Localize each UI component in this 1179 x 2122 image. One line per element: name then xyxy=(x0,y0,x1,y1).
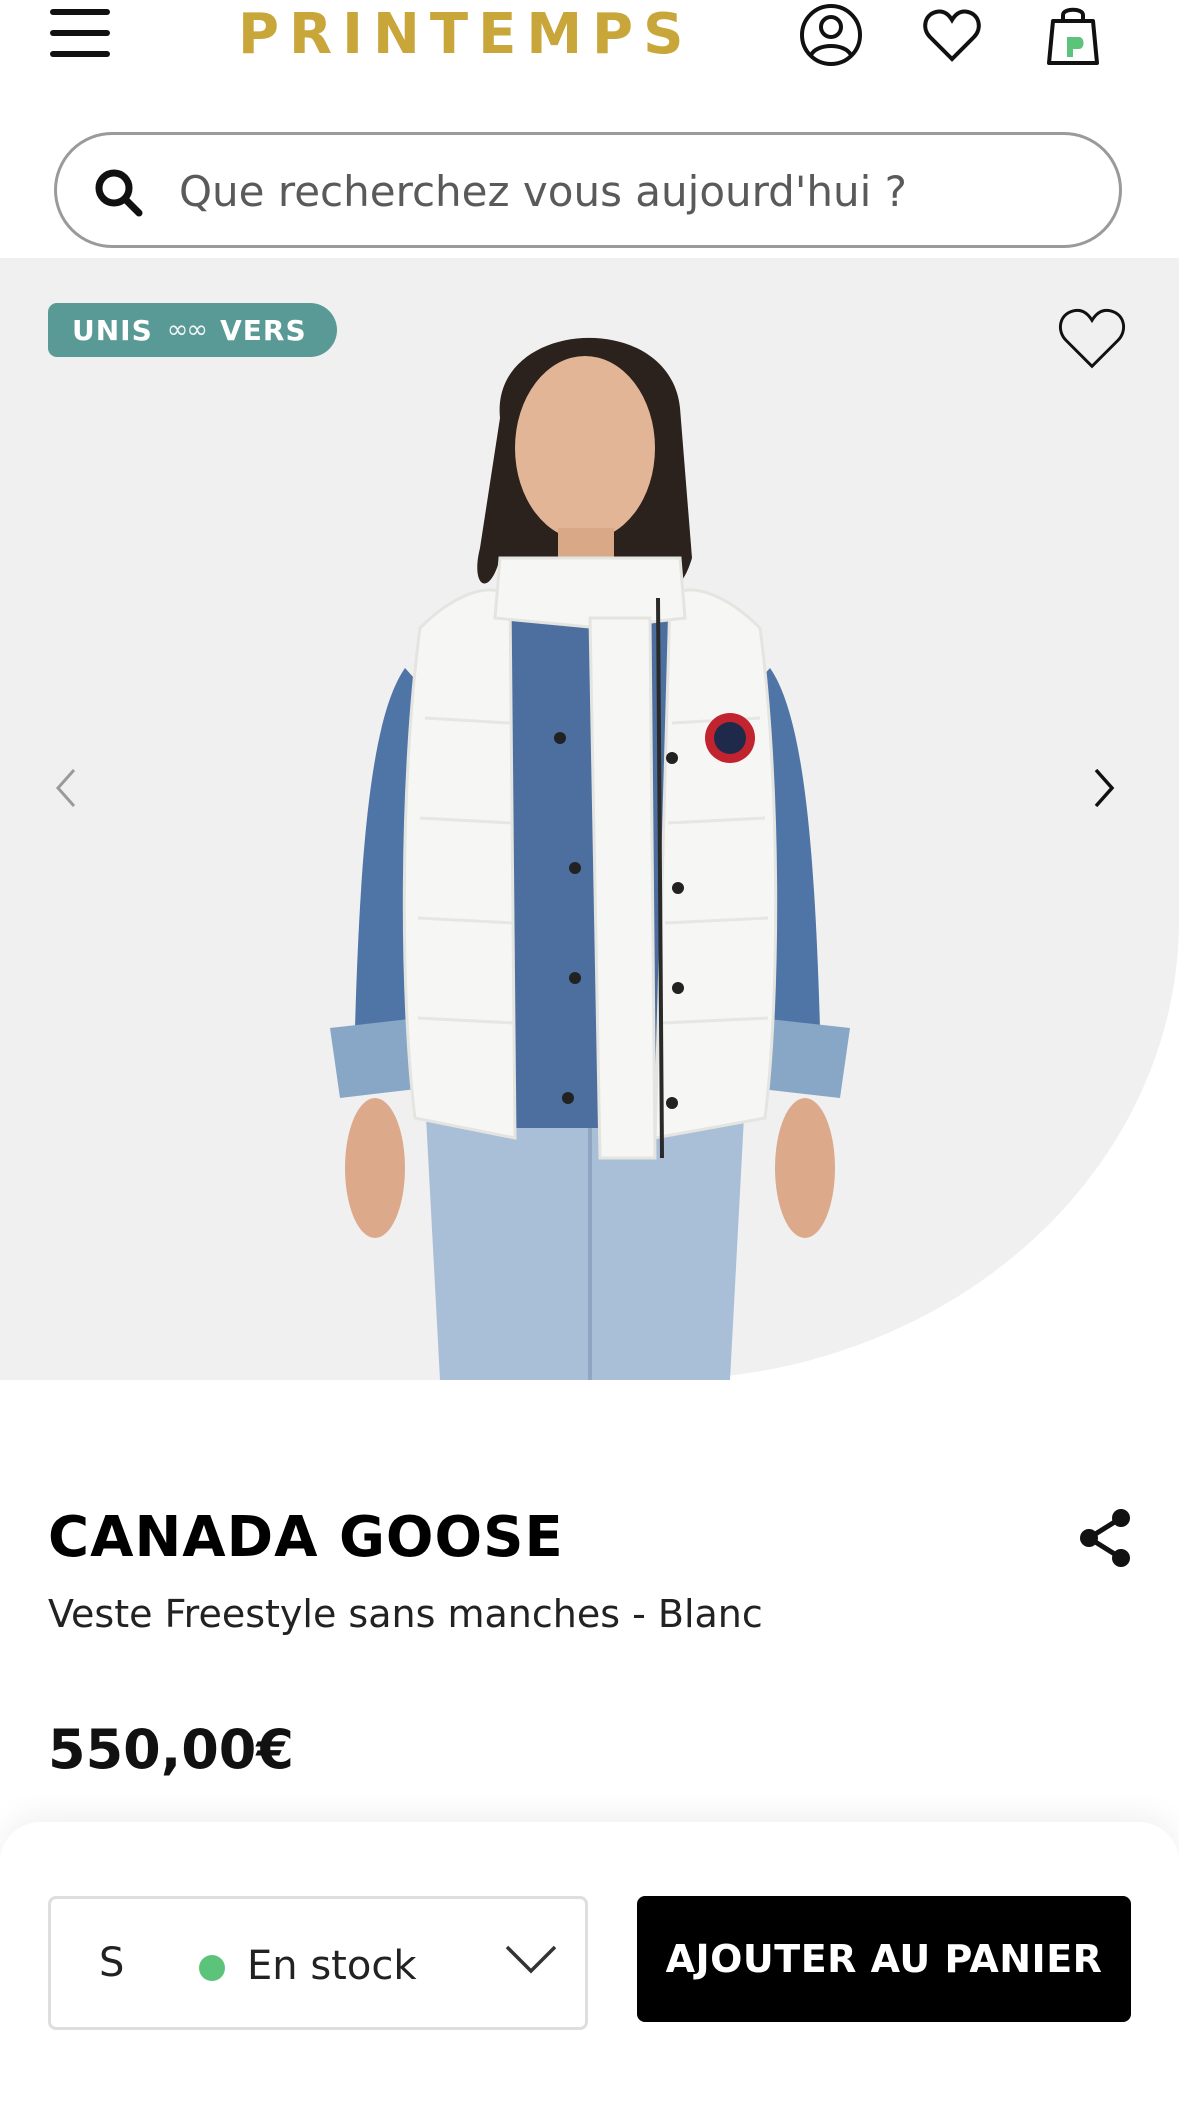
wishlist-icon[interactable] xyxy=(917,0,987,70)
badge-left-text: UNIS xyxy=(72,313,153,347)
badge-right-text: VERS xyxy=(220,313,307,347)
product-gallery[interactable]: UNIS ∞∞ VERS xyxy=(0,258,1179,1380)
search-bar[interactable] xyxy=(54,132,1122,248)
chevron-down-icon xyxy=(503,1939,559,1984)
stock-status: En stock xyxy=(247,1943,417,1989)
header: PRINTEMPS xyxy=(0,0,1179,120)
account-icon[interactable] xyxy=(796,0,866,70)
menu-icon[interactable] xyxy=(44,0,116,66)
product-price: 550,00€ xyxy=(48,1718,294,1781)
product-brand[interactable]: CANADA GOOSE xyxy=(48,1505,564,1570)
search-input[interactable] xyxy=(177,155,1081,227)
product-name: Veste Freestyle sans manches - Blanc xyxy=(48,1592,763,1636)
next-image-arrow-icon[interactable] xyxy=(1074,748,1134,828)
share-icon[interactable] xyxy=(1072,1505,1138,1571)
add-to-cart-button[interactable]: AJOUTER AU PANIER xyxy=(637,1896,1131,2022)
selected-size: S xyxy=(99,1940,125,1986)
product-image xyxy=(330,337,850,1380)
prev-image-arrow-icon[interactable] xyxy=(36,748,96,828)
favorite-heart-icon[interactable] xyxy=(1052,298,1132,378)
brand-logo[interactable]: PRINTEMPS xyxy=(238,0,693,70)
stock-status-dot xyxy=(199,1955,225,1981)
infinity-icon: ∞∞ xyxy=(166,315,208,345)
size-selector[interactable]: S En stock xyxy=(48,1896,588,2030)
bag-icon[interactable] xyxy=(1038,0,1108,70)
unis-vers-badge: UNIS ∞∞ VERS xyxy=(48,303,337,357)
search-icon xyxy=(93,167,145,224)
